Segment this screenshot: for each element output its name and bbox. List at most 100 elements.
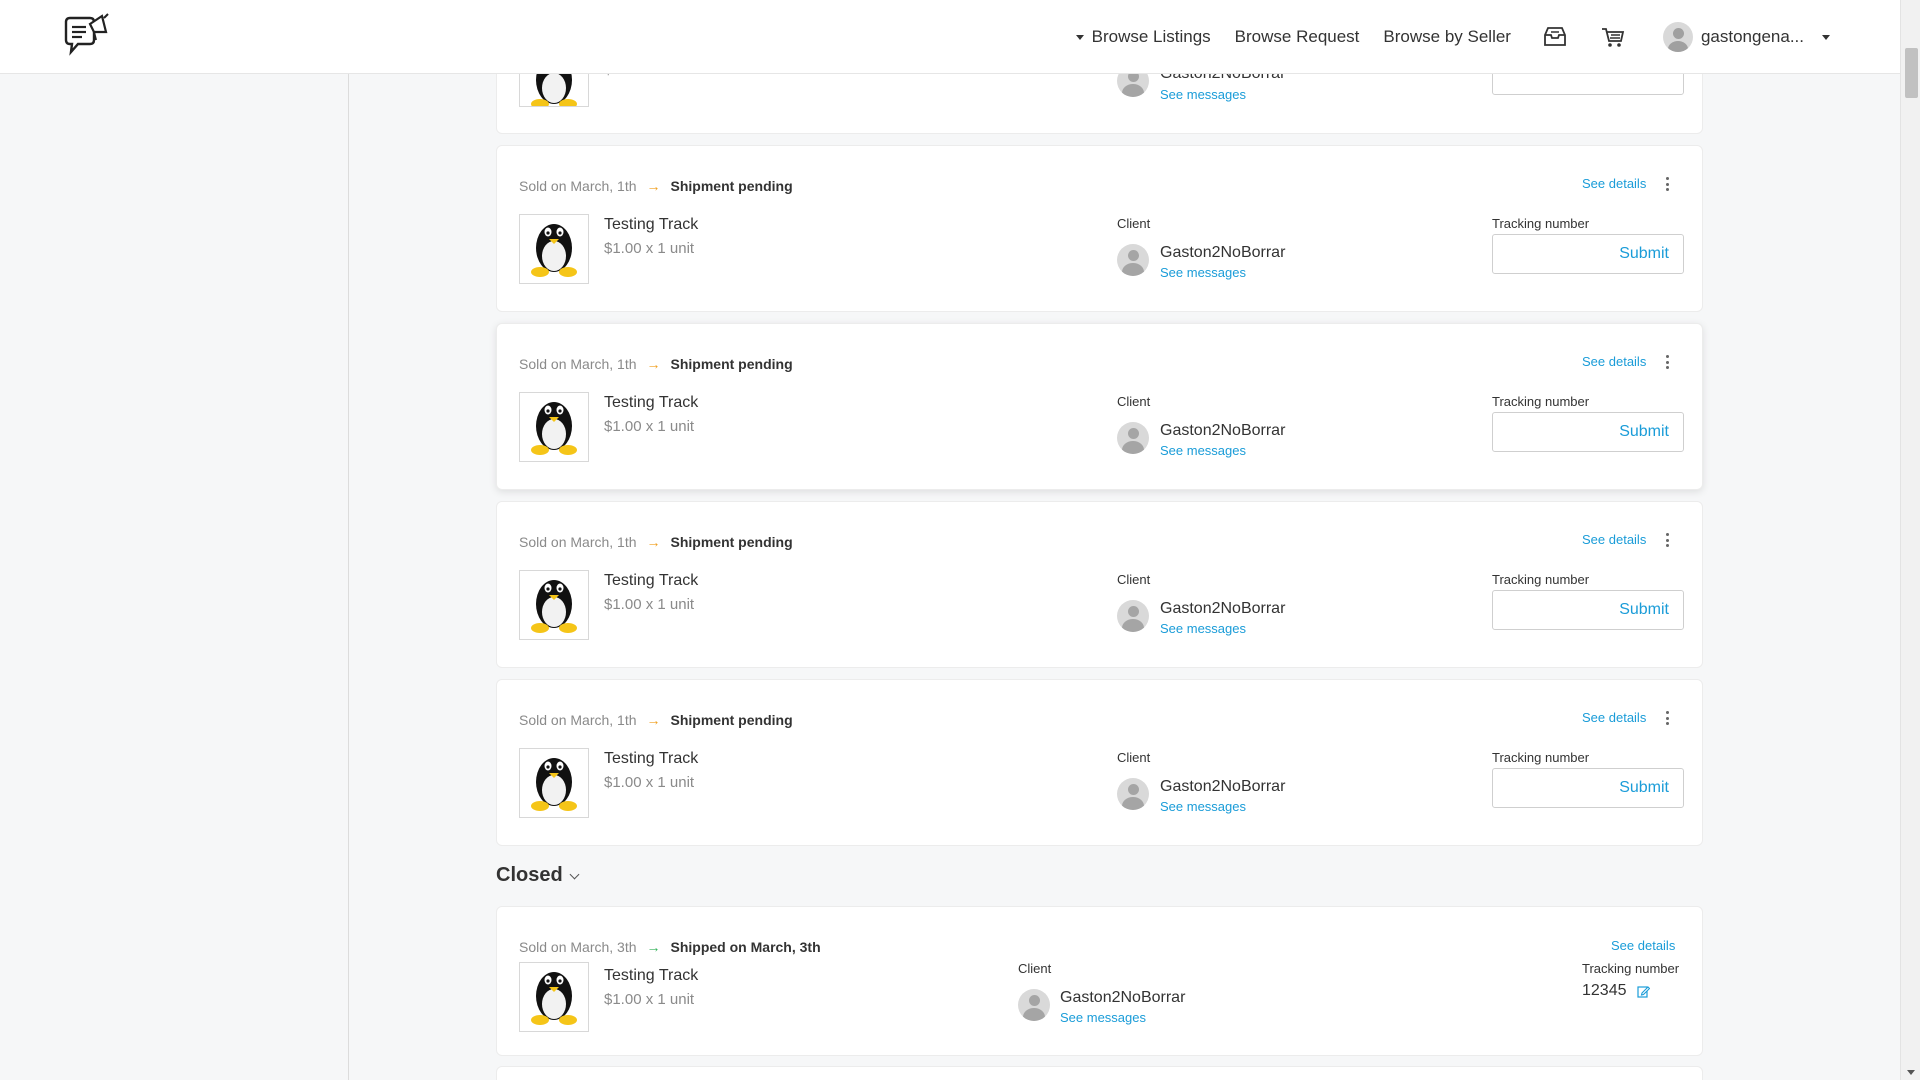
tracking-number-label: Tracking number	[1492, 572, 1590, 587]
sold-date: Sold on March, 1th	[519, 712, 637, 728]
avatar	[1117, 600, 1149, 632]
vertical-scrollbar[interactable]	[1900, 0, 1920, 1080]
shipment-status: Shipment pending	[670, 534, 793, 550]
order-card-closed: Sold on March, 3th → Shipped on March, 3…	[496, 906, 1703, 1056]
see-messages-link[interactable]: See messages	[1160, 621, 1246, 636]
username: gastongena...	[1700, 27, 1804, 46]
submit-tracking-button[interactable]: Submit	[1619, 601, 1669, 619]
kebab-menu-icon[interactable]	[1661, 352, 1673, 372]
submit-tracking-button[interactable]: Submit	[1619, 779, 1669, 797]
arrow-right-icon: →	[646, 534, 661, 550]
nav-browse-listings[interactable]: Browse Listings	[1075, 27, 1211, 47]
section-title: Closed	[496, 864, 563, 886]
tracking-number-label: Tracking number	[1492, 750, 1590, 765]
avatar	[1117, 422, 1149, 454]
product-title[interactable]: Testing Track	[604, 967, 698, 985]
order-status: Sold on March, 3th → Shipped on March, 3…	[519, 939, 821, 955]
client-name: Gaston2NoBorrar	[1160, 600, 1286, 617]
see-messages-link[interactable]: See messages	[1160, 443, 1246, 458]
top-navbar: Browse Listings Browse Request Browse by…	[0, 0, 1900, 74]
avatar	[1662, 22, 1693, 52]
client-label: Client	[1117, 572, 1151, 587]
penguin-product-image	[519, 392, 589, 462]
order-card: Sold on March, 1th → Shipment pending Se…	[496, 679, 1703, 846]
client-name: Gaston2NoBorrar	[1160, 244, 1286, 261]
order-card-partial	[496, 1066, 1703, 1080]
product-title[interactable]: Testing Track	[604, 572, 698, 590]
client-label: Client	[1117, 750, 1151, 765]
tracking-number-field[interactable]: Submit	[1492, 768, 1684, 808]
order-status: Sold on March, 1th → Shipment pending	[519, 534, 793, 550]
see-messages-link[interactable]: See messages	[1160, 799, 1246, 814]
caret-down-icon	[1822, 34, 1830, 40]
client-label: Client	[1018, 961, 1052, 976]
product-price: $1.00 x 1 unit	[604, 240, 695, 257]
order-status: Sold on March, 1th → Shipment pending	[519, 356, 793, 372]
sold-date: Sold on March, 1th	[519, 178, 637, 194]
submit-tracking-button[interactable]: Submit	[1619, 423, 1669, 441]
sidebar	[0, 74, 349, 1080]
sold-date: Sold on March, 1th	[519, 534, 637, 550]
penguin-product-image	[519, 214, 589, 284]
see-messages-link[interactable]: See messages	[1160, 265, 1246, 280]
kebab-menu-icon[interactable]	[1661, 530, 1673, 550]
tracking-number-label: Tracking number	[1492, 216, 1590, 231]
chevron-down-icon	[569, 869, 580, 880]
avatar	[1018, 989, 1050, 1021]
shipment-status: Shipped on March, 3th	[670, 939, 821, 955]
tracking-number-field[interactable]: Submit	[1492, 590, 1684, 630]
nav-label: Browse Listings	[1091, 27, 1211, 46]
cart-icon[interactable]	[1599, 23, 1627, 51]
see-messages-link[interactable]: See messages	[1060, 1010, 1146, 1025]
caret-down-icon	[1075, 34, 1084, 40]
see-details-link[interactable]: See details	[1582, 176, 1646, 191]
tracking-number-label: Tracking number	[1492, 394, 1590, 409]
tracking-number-value-row: 12345	[1582, 982, 1650, 1000]
avatar	[1117, 244, 1149, 276]
order-status: Sold on March, 1th → Shipment pending	[519, 178, 793, 194]
product-price: $1.00 x 1 unit	[604, 596, 695, 613]
scrollbar-thumb[interactable]	[1905, 48, 1918, 98]
product-price: $1.00 x 1 unit	[604, 991, 695, 1008]
client-name: Gaston2NoBorrar	[1160, 778, 1286, 795]
tracking-number-field[interactable]: Submit	[1492, 412, 1684, 452]
closed-section-toggle[interactable]: Closed	[496, 864, 580, 887]
client-name: Gaston2NoBorrar	[1060, 989, 1186, 1006]
penguin-product-image	[519, 570, 589, 640]
shipment-status: Shipment pending	[670, 356, 793, 372]
shipment-status: Shipment pending	[670, 712, 793, 728]
submit-tracking-button[interactable]: Submit	[1619, 245, 1669, 263]
kebab-menu-icon[interactable]	[1661, 708, 1673, 728]
edit-icon[interactable]	[1636, 985, 1650, 998]
tracking-number-field[interactable]: Submit	[1492, 234, 1684, 274]
nav-browse-request[interactable]: Browse Request	[1235, 27, 1360, 47]
product-title[interactable]: Testing Track	[604, 216, 698, 234]
penguin-product-image	[519, 962, 589, 1032]
arrow-right-icon: →	[646, 939, 661, 955]
see-details-link[interactable]: See details	[1582, 710, 1646, 725]
penguin-product-image	[519, 748, 589, 818]
tracking-number-value: 12345	[1582, 982, 1627, 999]
logo-icon[interactable]	[60, 10, 112, 62]
see-details-link[interactable]: See details	[1611, 938, 1675, 953]
order-card: Sold on March, 1th → Shipment pending Se…	[496, 501, 1703, 668]
main-nav: Browse Listings Browse Request Browse by…	[1052, 0, 1830, 74]
product-title[interactable]: Testing Track	[604, 750, 698, 768]
product-price: $1.00 x 1 unit	[604, 418, 695, 435]
user-menu[interactable]: gastongena...	[1662, 22, 1830, 52]
see-details-link[interactable]: See details	[1582, 354, 1646, 369]
order-status: Sold on March, 1th → Shipment pending	[519, 712, 793, 728]
scroll-down-arrow-icon[interactable]	[1907, 1070, 1915, 1075]
see-messages-link[interactable]: See messages	[1160, 87, 1246, 102]
nav-browse-by-seller[interactable]: Browse by Seller	[1383, 27, 1511, 47]
see-details-link[interactable]: See details	[1582, 532, 1646, 547]
inbox-icon[interactable]	[1541, 23, 1569, 51]
product-title[interactable]: Testing Track	[604, 394, 698, 412]
sold-date: Sold on March, 3th	[519, 939, 637, 955]
kebab-menu-icon[interactable]	[1661, 174, 1673, 194]
order-card: Sold on March, 1th → Shipment pending Se…	[496, 323, 1703, 490]
avatar	[1117, 778, 1149, 810]
client-name: Gaston2NoBorrar	[1160, 422, 1286, 439]
order-card: Sold on March, 1th → Shipment pending Se…	[496, 145, 1703, 312]
product-price: $1.00 x 1 unit	[604, 774, 695, 791]
